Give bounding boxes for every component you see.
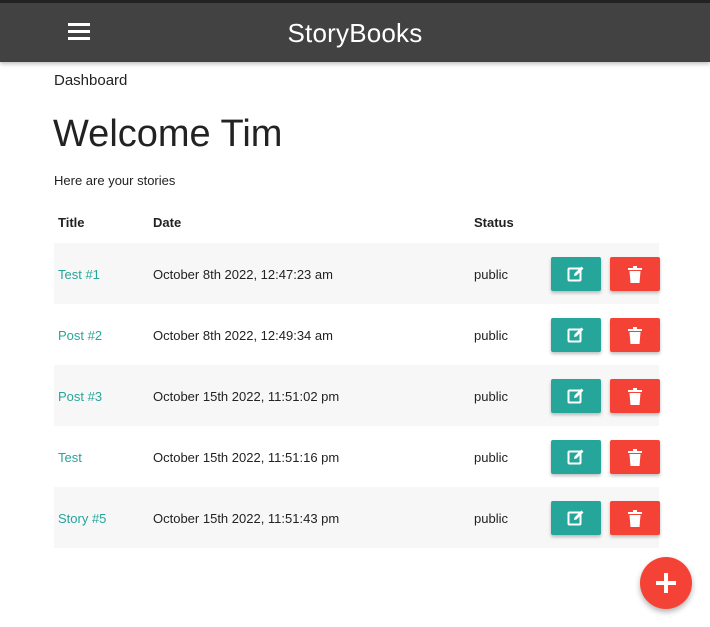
- delete-story-button[interactable]: [610, 501, 660, 535]
- story-status: public: [474, 511, 508, 526]
- story-date: October 15th 2022, 11:51:43 pm: [153, 511, 340, 526]
- story-title-link[interactable]: Story #5: [58, 511, 106, 526]
- edit-story-button[interactable]: [551, 501, 601, 535]
- edit-icon: [567, 449, 584, 465]
- story-date: October 8th 2022, 12:49:34 am: [153, 328, 333, 343]
- story-title-cell: Post #2: [58, 328, 102, 343]
- add-story-button[interactable]: [640, 557, 692, 609]
- table-header: Title Date Status: [54, 205, 659, 243]
- edit-story-button[interactable]: [551, 440, 601, 474]
- brand-logo[interactable]: StoryBooks: [0, 18, 710, 49]
- story-title-cell: Story #5: [58, 511, 106, 526]
- delete-story-button[interactable]: [610, 257, 660, 291]
- trash-icon: [628, 326, 642, 344]
- table-row: Test October 15th 2022, 11:51:16 pm public: [54, 426, 660, 487]
- trash-icon: [628, 387, 642, 405]
- trash-icon: [628, 448, 642, 466]
- header-title: Title: [58, 215, 85, 230]
- story-date: October 15th 2022, 11:51:02 pm: [153, 389, 340, 404]
- table-row: Post #2 October 8th 2022, 12:49:34 am publ…: [54, 304, 660, 365]
- header-status: Status: [474, 215, 514, 230]
- story-date: October 15th 2022, 11:51:16 pm: [153, 450, 340, 465]
- delete-story-button[interactable]: [610, 379, 660, 413]
- edit-icon: [567, 510, 584, 526]
- story-status: public: [474, 389, 508, 404]
- navbar: StoryBooks: [0, 0, 710, 62]
- edit-icon: [567, 388, 584, 404]
- story-status: public: [474, 267, 508, 282]
- edit-story-button[interactable]: [551, 379, 601, 413]
- story-status: public: [474, 450, 508, 465]
- story-date: October 8th 2022, 12:47:23 am: [153, 267, 333, 282]
- header-date: Date: [153, 215, 182, 230]
- edit-icon: [567, 266, 584, 282]
- story-title-link[interactable]: Test: [58, 450, 82, 465]
- page-title: Welcome Tim: [53, 113, 283, 155]
- table-row: Test #1 October 8th 2022, 12:47:23 am publ…: [54, 243, 660, 304]
- plus-icon: [656, 573, 676, 593]
- edit-story-button[interactable]: [551, 257, 601, 291]
- stories-table: Title Date Status Test #1 October 8th 202…: [54, 205, 660, 548]
- story-title-link[interactable]: Test #1: [58, 267, 100, 282]
- story-title-cell: Test: [58, 450, 82, 465]
- delete-story-button[interactable]: [610, 440, 660, 474]
- edit-story-button[interactable]: [551, 318, 601, 352]
- table-row: Post #3 October 15th 2022, 11:51:02 pm pub…: [54, 365, 660, 426]
- story-title-link[interactable]: Post #3: [58, 389, 102, 404]
- story-title-link[interactable]: Post #2: [58, 328, 102, 343]
- story-title-cell: Test #1: [58, 267, 100, 282]
- trash-icon: [628, 265, 642, 283]
- trash-icon: [628, 509, 642, 527]
- table-row: Story #5 October 15th 2022, 11:51:43 pm pu…: [54, 487, 660, 548]
- story-title-cell: Post #3: [58, 389, 102, 404]
- story-status: public: [474, 328, 508, 343]
- delete-story-button[interactable]: [610, 318, 660, 352]
- page-subtitle: Here are your stories: [54, 173, 176, 188]
- breadcrumb: Dashboard: [54, 72, 128, 89]
- edit-icon: [567, 327, 584, 343]
